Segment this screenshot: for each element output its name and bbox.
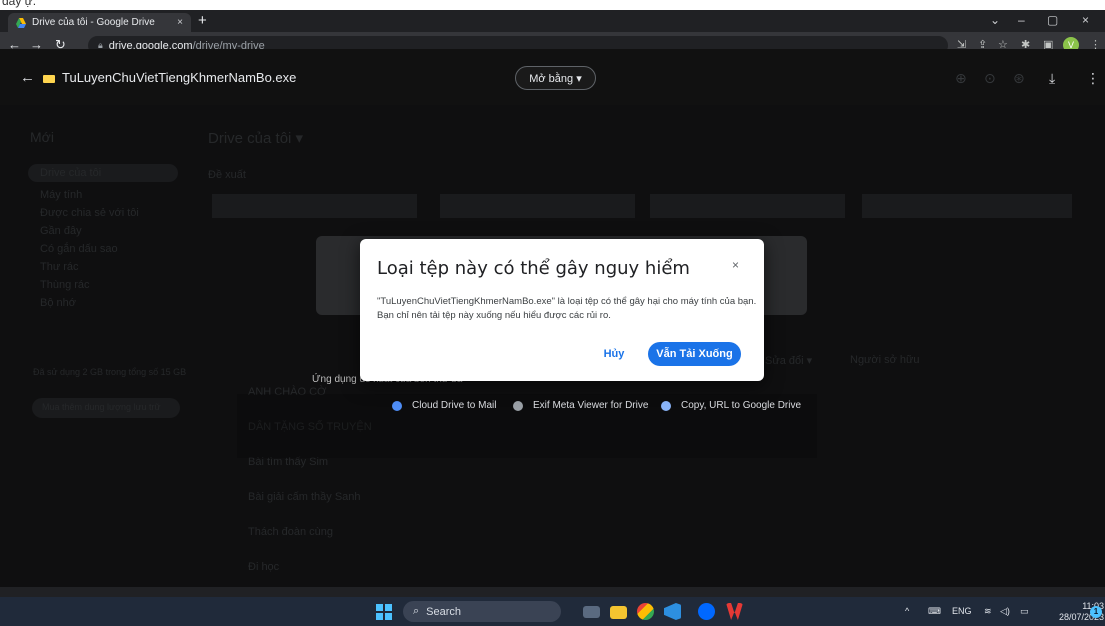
tab-search-icon[interactable]: ⌄ (990, 13, 1000, 27)
keyboard-icon[interactable]: ⌨ (928, 606, 941, 617)
bg-sidebar-item: Máy tính (40, 189, 83, 201)
maximize-icon[interactable]: ▢ (1047, 13, 1058, 27)
more-actions-icon[interactable]: ⋮ (1086, 70, 1100, 87)
top-fragment-text: đây ự. (2, 0, 37, 8)
addon-label: Exif Meta Viewer for Drive (533, 400, 649, 411)
bg-page-title: Drive của tôi ▾ (208, 130, 304, 147)
bg-col-owner: Người sở hữu (850, 354, 920, 366)
language-indicator[interactable]: ENG (952, 606, 972, 616)
bg-sidebar-item: Gần đây (40, 225, 82, 237)
bg-sidebar-item: Drive của tôi (40, 167, 102, 179)
task-view-icon[interactable] (583, 606, 600, 618)
tab-bar: Drive của tôi - Google Drive × + ⌄ – ▢ × (0, 10, 1105, 32)
bg-card (650, 194, 845, 218)
bg-buy-storage-label: Mua thêm dung lượng lưu trữ (42, 402, 161, 412)
bg-sidebar-item: Bộ nhớ (40, 297, 76, 309)
bg-card (440, 194, 635, 218)
bg-row: Đi học (248, 561, 280, 573)
search-icon: ⌕ (413, 605, 420, 617)
add-shortcut-icon[interactable]: ⊕ (955, 70, 967, 87)
preview-file-name: TuLuyenChuVietTiengKhmerNamBo.exe (62, 70, 297, 85)
file-explorer-icon[interactable] (610, 606, 627, 619)
bg-row: Bài giải cấm thầy Sanh (248, 491, 361, 503)
addon-label: Copy, URL to Google Drive (681, 400, 802, 411)
bg-sidebar-item: Được chia sẻ với tôi (40, 207, 139, 219)
addon-label: Cloud Drive to Mail (412, 400, 497, 411)
notification-badge[interactable]: 1 (1090, 606, 1102, 618)
open-with-button[interactable]: Mở bằng ▾ (515, 66, 596, 90)
zalo-icon[interactable] (698, 603, 715, 620)
close-window-icon[interactable]: × (1082, 13, 1089, 27)
addon-copy-url[interactable]: Copy, URL to Google Drive (661, 400, 801, 411)
bg-card (862, 194, 1072, 218)
bg-sidebar-item: Thư rác (40, 261, 79, 273)
dialog-close-icon[interactable]: × (732, 258, 739, 272)
cancel-button[interactable]: Hủy (598, 343, 630, 365)
wifi-icon[interactable]: ≋ (984, 606, 992, 617)
minimize-icon[interactable]: – (1018, 13, 1025, 27)
download-icon[interactable]: ⤓ (1049, 70, 1055, 87)
tray-overflow-icon[interactable]: ^ (905, 606, 909, 616)
new-tab-button[interactable]: + (198, 12, 207, 30)
addon-exif-meta-viewer[interactable]: Exif Meta Viewer for Drive (513, 400, 648, 411)
camera-icon (513, 400, 523, 411)
windows-start-icon[interactable] (376, 604, 392, 620)
tab-title: Drive của tôi - Google Drive (32, 17, 155, 28)
chrome-app-icon[interactable] (637, 603, 654, 620)
drive-logo-icon (16, 17, 26, 28)
battery-icon[interactable]: ▭ (1020, 606, 1029, 617)
volume-icon[interactable]: ◁) (1000, 606, 1010, 617)
addon-cloud-drive-to-mail[interactable]: Cloud Drive to Mail (392, 400, 496, 411)
file-type-icon (43, 75, 55, 83)
share-people-icon[interactable]: ⊛ (1013, 70, 1025, 87)
close-preview-arrow-icon[interactable]: ← (20, 69, 35, 86)
tab-close-icon[interactable]: × (177, 17, 183, 28)
dangerous-file-dialog: Loại tệp này có thể gây nguy hiểm × "TuL… (360, 239, 764, 381)
tab-drive[interactable]: Drive của tôi - Google Drive × (8, 13, 191, 32)
windows-taskbar: ⌕ Search ^ ⌨ ENG ≋ ◁) ▭ 11:03 28/07/2023… (0, 597, 1105, 626)
bg-sidebar-item: Thùng rác (40, 279, 90, 291)
dialog-message: "TuLuyenChuVietTiengKhmerNamBo.exe" là l… (377, 296, 757, 321)
preview-header: ← TuLuyenChuVietTiengKhmerNamBo.exe Mở b… (0, 49, 1105, 105)
search-label: Search (426, 605, 462, 618)
bg-row: Thách đoàn cùng (248, 526, 334, 538)
bg-card (212, 194, 417, 218)
print-icon[interactable]: ⊙ (984, 70, 996, 87)
bg-storage-text: Đã sử dụng 2 GB trong tổng số 15 GB (33, 367, 187, 377)
cloud-mail-icon (392, 400, 402, 411)
dialog-title: Loại tệp này có thể gây nguy hiểm (377, 258, 690, 279)
copy-url-icon (661, 400, 671, 411)
bg-sidebar-item: Có gắn dấu sao (40, 243, 118, 255)
new-button: Mới (30, 129, 54, 145)
download-anyway-button[interactable]: Vẫn Tải Xuống (648, 342, 741, 366)
top-fragment-strip: đây ự. (0, 0, 1105, 10)
taskbar-search-box[interactable]: ⌕ Search (403, 601, 561, 622)
vscode-icon[interactable] (664, 603, 681, 620)
wps-office-icon[interactable] (726, 603, 743, 620)
bg-col-sort: Sửa đổi ▾ (765, 355, 813, 367)
bg-suggested-label: Đề xuất (208, 169, 246, 181)
